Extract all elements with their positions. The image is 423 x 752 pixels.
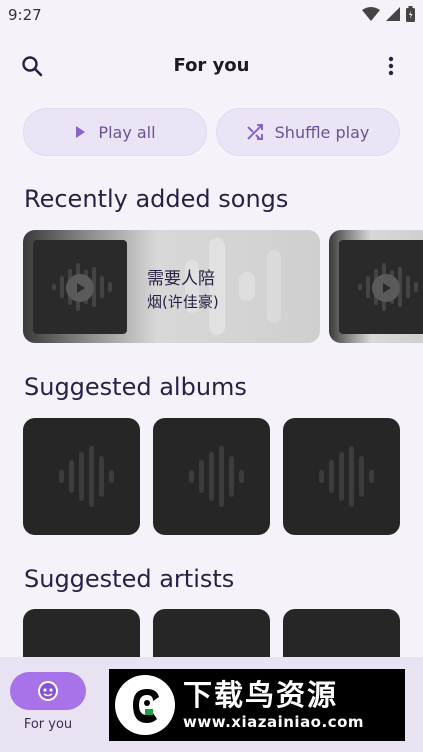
battery-icon (406, 6, 415, 22)
play-icon (77, 283, 85, 293)
page-title: For you (173, 55, 250, 76)
nav-for-you-label: For you (23, 717, 73, 732)
play-overlay-button[interactable] (66, 274, 94, 302)
artist-tile[interactable] (23, 609, 140, 657)
ad-main-text: 下载鸟资源 (183, 678, 339, 712)
shuffle-icon (246, 124, 263, 140)
song-artist: 烟(许佳豪) (147, 293, 219, 311)
suggested-albums-heading: Suggested albums (24, 373, 247, 401)
artist-tile[interactable] (153, 609, 270, 657)
nav-for-you-button[interactable] (10, 672, 86, 710)
album-tile[interactable] (23, 418, 140, 535)
waveform-icon (59, 446, 114, 507)
more-vert-icon[interactable] (379, 54, 403, 78)
smiley-face-icon (38, 681, 58, 701)
album-tile[interactable] (283, 418, 400, 535)
play-all-button[interactable]: Play all (23, 108, 207, 156)
waveform-icon (189, 446, 244, 507)
ad-url-text: www.xiazainiao.com (183, 713, 365, 731)
song-title: 需要人陪 (147, 269, 215, 289)
status-time: 9:27 (8, 6, 42, 24)
recently-added-heading: Recently added songs (24, 185, 289, 213)
song-card-partial[interactable] (329, 230, 423, 343)
bird-logo-icon (115, 675, 175, 735)
song-artwork (339, 240, 423, 334)
play-all-label: Play all (98, 122, 156, 142)
song-artwork (33, 240, 127, 334)
play-icon (76, 126, 86, 138)
song-card[interactable]: 需要人陪 烟(许佳豪) (23, 230, 320, 343)
play-icon (383, 283, 391, 293)
wifi-icon (362, 7, 380, 21)
shuffle-play-button[interactable]: Shuffle play (216, 108, 400, 156)
ad-text: 下载鸟资源 www.xiazainiao.com (183, 678, 364, 732)
top-app-bar: For you (0, 44, 423, 88)
shuffle-play-label: Shuffle play (274, 122, 370, 142)
artist-tile[interactable] (283, 609, 400, 657)
signal-icon (386, 7, 400, 21)
status-icons (362, 6, 415, 22)
ad-banner[interactable]: 下载鸟资源 www.xiazainiao.com (109, 669, 405, 741)
status-bar: 9:27 (0, 0, 423, 30)
waveform-icon (319, 446, 374, 507)
play-overlay-button[interactable] (372, 274, 400, 302)
album-tile[interactable] (153, 418, 270, 535)
suggested-artists-heading: Suggested artists (24, 565, 235, 593)
